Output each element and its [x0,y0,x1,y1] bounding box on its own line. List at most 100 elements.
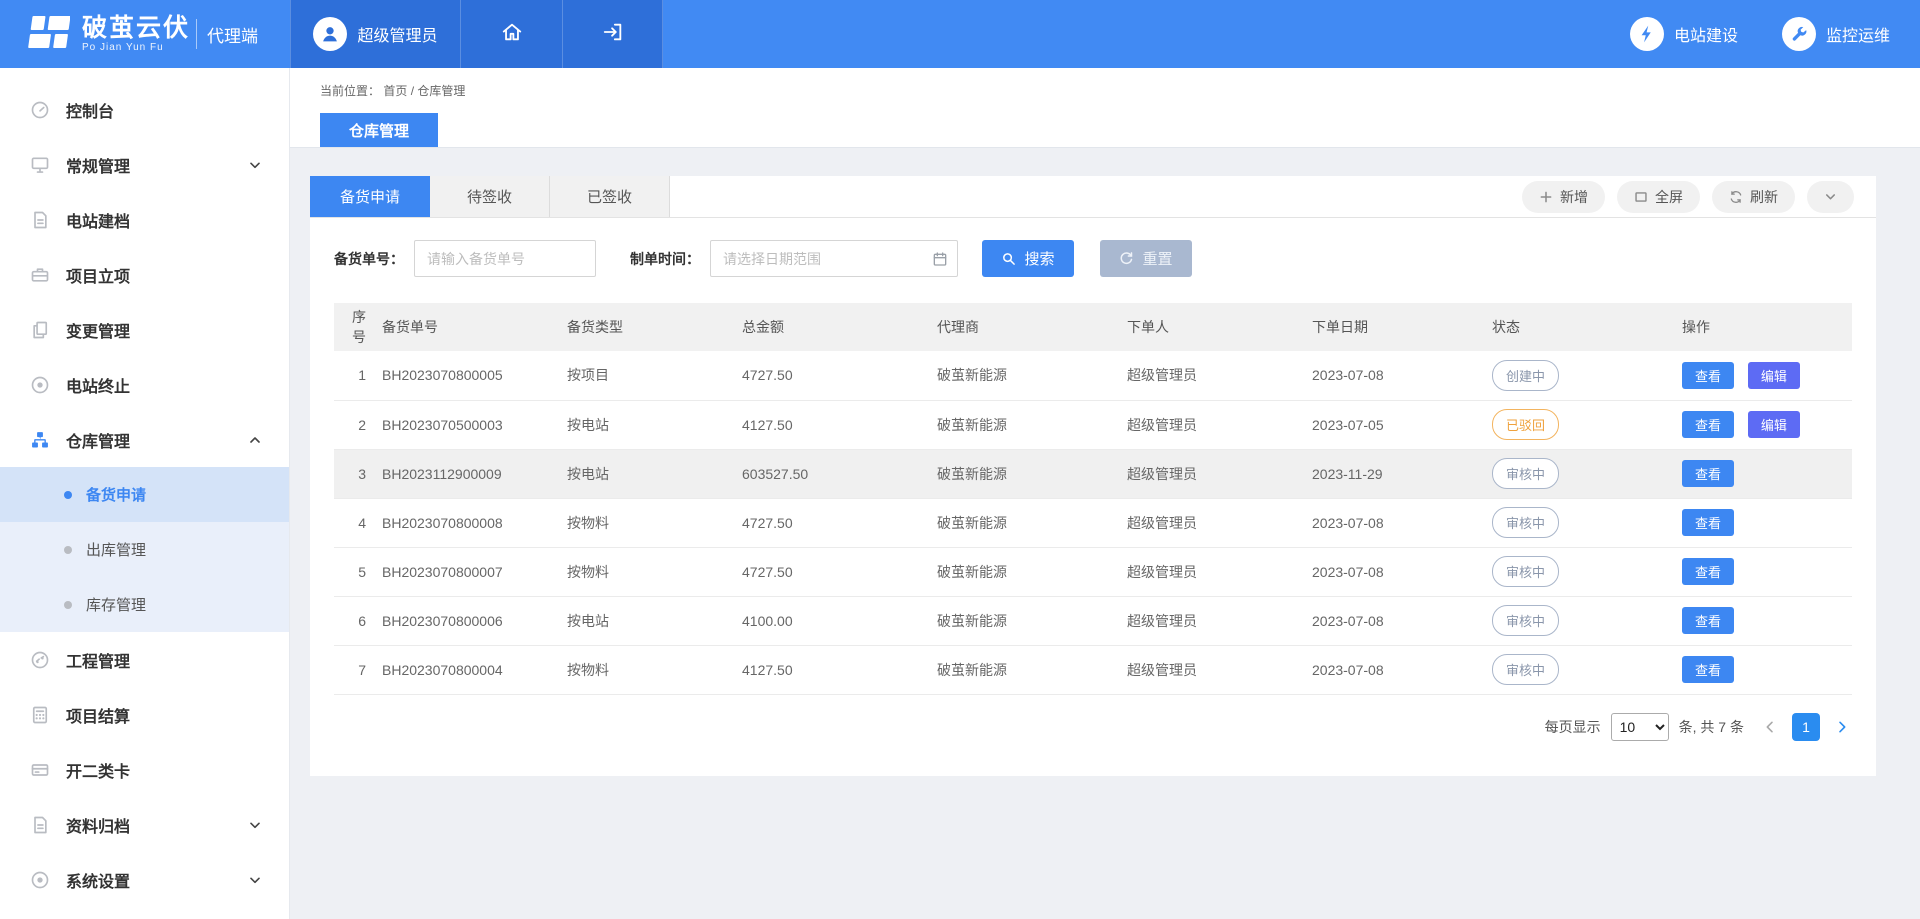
add-button-label: 新增 [1560,187,1588,207]
cell-type: 按电站 [561,449,736,498]
cell-orderer: 超级管理员 [1121,596,1306,645]
sidebar-item-change-mgmt[interactable]: 变更管理 [0,302,289,357]
sidebar-item-project-settlement[interactable]: 项目结算 [0,687,289,742]
table-row: 2 BH2023070500003 按电站 4127.50 破茧新能源 超级管理… [334,400,1852,449]
sidebar-item-label: 变更管理 [66,318,130,342]
sidebar-item-label: 电站建档 [66,208,130,232]
logo-section[interactable]: 破茧云伏 Po Jian Yun Fu 代理端 [0,0,290,68]
tab-stock-request[interactable]: 备货申请 [310,176,430,217]
view-button[interactable]: 查看 [1682,558,1734,585]
logo-title: 破茧云伏 [82,15,190,41]
reset-icon [1119,251,1134,266]
per-page-label: 每页显示 [1545,717,1601,737]
card-icon [30,760,50,780]
sidebar-item-plant-filing[interactable]: 电站建档 [0,192,289,247]
view-button[interactable]: 查看 [1682,362,1734,389]
fullscreen-icon [1634,190,1648,204]
breadcrumb-strip: 当前位置： 首页 / 仓库管理 仓库管理 [290,68,1920,148]
sidebar-item-class2-card[interactable]: 开二类卡 [0,742,289,797]
refresh-button[interactable]: 刷新 [1712,181,1795,213]
sidebar-item-label: 资料归档 [66,813,130,837]
header-user-section: 超级管理员 [290,0,663,68]
cell-no: 4 [334,498,376,547]
sidebar-item-project-initiation[interactable]: 项目立项 [0,247,289,302]
cell-agent: 破茧新能源 [931,449,1121,498]
current-user[interactable]: 超级管理员 [290,0,460,68]
cell-agent: 破茧新能源 [931,547,1121,596]
sidebar-subitem-stock-request[interactable]: 备货申请 [0,467,289,522]
sidebar-subitem-inventory-mgmt[interactable]: 库存管理 [0,577,289,632]
view-button[interactable]: 查看 [1682,460,1734,487]
status-badge: 审核中 [1492,458,1559,489]
next-page-button[interactable] [1834,719,1850,735]
date-range-input[interactable] [710,240,958,277]
tab-received[interactable]: 已签收 [550,176,670,217]
reset-button[interactable]: 重置 [1100,240,1192,277]
sidebar-item-label: 项目结算 [66,703,130,727]
dashboard-icon [30,100,50,120]
logo-subtitle: Po Jian Yun Fu [82,43,190,54]
content-area: 备货申请 待签收 已签收 新增 全屏 [290,148,1920,919]
status-badge: 审核中 [1492,605,1559,636]
cell-no: 2 [334,400,376,449]
top-header: 破茧云伏 Po Jian Yun Fu 代理端 超级管理员 [0,0,1920,68]
cell-agent: 破茧新能源 [931,645,1121,694]
cell-order-no: BH2023070800008 [376,498,561,547]
logout-button[interactable] [562,0,663,68]
page-number-button[interactable]: 1 [1792,713,1820,741]
status-badge: 审核中 [1492,654,1559,685]
sidebar-item-console[interactable]: 控制台 [0,82,289,137]
view-button[interactable]: 查看 [1682,656,1734,683]
sidebar-item-archives[interactable]: 资料归档 [0,797,289,852]
logo-icon [26,13,70,56]
cell-order-no: BH2023070800006 [376,596,561,645]
sidebar-item-label: 项目立项 [66,263,130,287]
table-row: 5 BH2023070800007 按物料 4727.50 破茧新能源 超级管理… [334,547,1852,596]
breadcrumb-path[interactable]: 首页 / 仓库管理 [383,84,465,98]
per-page-select[interactable]: 10 [1611,713,1669,741]
sidebar-item-warehouse-mgmt[interactable]: 仓库管理 [0,412,289,467]
circle-dot-icon [30,375,50,395]
search-button[interactable]: 搜索 [982,240,1074,277]
cell-type: 按物料 [561,645,736,694]
prev-page-button[interactable] [1762,719,1778,735]
cell-no: 1 [334,351,376,400]
toolbar: 新增 全屏 刷新 [1522,181,1876,213]
quick-link-monitor-ops[interactable]: 监控运维 [1782,17,1890,51]
monitor-icon [30,155,50,175]
sidebar-item-system-settings[interactable]: 系统设置 [0,852,289,907]
refresh-icon [1729,190,1743,204]
edit-button[interactable]: 编辑 [1748,411,1800,438]
breadcrumb: 当前位置： 首页 / 仓库管理 [290,68,1920,99]
view-button[interactable]: 查看 [1682,607,1734,634]
col-header-status: 状态 [1486,303,1676,351]
fullscreen-button[interactable]: 全屏 [1617,181,1700,213]
sidebar-item-label: 系统设置 [66,868,130,892]
cell-order-no: BH2023070500003 [376,400,561,449]
page-tab-warehouse[interactable]: 仓库管理 [320,113,438,147]
collapse-toolbar-button[interactable] [1807,181,1854,213]
cell-type: 按物料 [561,547,736,596]
bullet-dot-icon [64,491,72,499]
add-button[interactable]: 新增 [1522,181,1605,213]
cell-agent: 破茧新能源 [931,498,1121,547]
quick-link-plant-construction[interactable]: 电站建设 [1630,17,1738,51]
edit-button[interactable]: 编辑 [1748,362,1800,389]
order-no-input[interactable] [414,240,596,277]
search-button-label: 搜索 [1024,248,1054,269]
view-button[interactable]: 查看 [1682,411,1734,438]
warehouse-submenu: 备货申请 出库管理 库存管理 [0,467,289,632]
sidebar-item-engineering-mgmt[interactable]: 工程管理 [0,632,289,687]
sidebar-subitem-outbound-mgmt[interactable]: 出库管理 [0,522,289,577]
home-button[interactable] [460,0,562,68]
tab-pending-receipt[interactable]: 待签收 [430,176,550,217]
main-area: 当前位置： 首页 / 仓库管理 仓库管理 备货申请 待签收 已签收 [290,68,1920,919]
sidebar-item-plant-termination[interactable]: 电站终止 [0,357,289,412]
view-button[interactable]: 查看 [1682,509,1734,536]
cell-agent: 破茧新能源 [931,400,1121,449]
orders-table: 序号 备货单号 备货类型 总金额 代理商 下单人 下单日期 状态 操作 [334,303,1852,695]
cell-no: 7 [334,645,376,694]
sidebar: 控制台 常规管理 电站建档 项目立项 变更管理 电站终止 [0,68,290,919]
cell-date: 2023-07-05 [1306,400,1486,449]
sidebar-item-general-mgmt[interactable]: 常规管理 [0,137,289,192]
